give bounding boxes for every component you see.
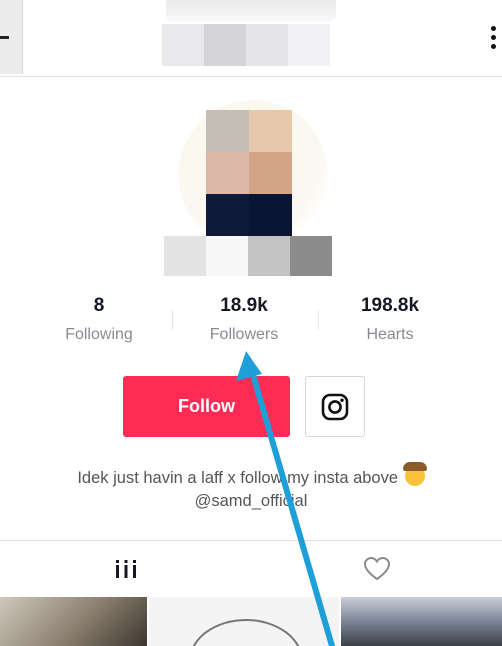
hearts-stat[interactable]: 198.8k Hearts — [320, 292, 460, 344]
stat-divider — [318, 310, 319, 330]
instagram-icon — [321, 393, 349, 420]
bio-handle: @samd_official — [194, 492, 308, 510]
stat-divider — [172, 310, 173, 330]
heart-icon — [363, 556, 390, 581]
profile-tabs — [0, 540, 502, 597]
top-bar — [0, 0, 502, 77]
video-thumbnail[interactable] — [340, 597, 502, 646]
profile-stats: 8 Following 18.9k Followers 198.8k Heart… — [0, 292, 502, 352]
cowboy-emoji-icon — [402, 462, 427, 486]
tab-videos[interactable] — [0, 541, 251, 597]
more-vertical-icon — [490, 26, 496, 31]
video-thumbnail[interactable] — [149, 597, 339, 646]
hearts-count: 198.8k — [360, 295, 420, 316]
back-button[interactable] — [0, 0, 23, 74]
followers-count: 18.9k — [220, 295, 268, 316]
following-count: 8 — [93, 295, 105, 316]
more-options-button[interactable] — [488, 26, 498, 54]
hearts-label: Hearts — [366, 326, 414, 343]
title-fade — [166, 0, 336, 22]
username-title-pixelated — [162, 24, 330, 66]
video-thumbnail[interactable] — [0, 597, 148, 646]
followers-stat[interactable]: 18.9k Followers — [174, 292, 314, 344]
instagram-button[interactable] — [305, 376, 365, 437]
bio-text-line: Idek just havin a laff x follow my insta… — [20, 462, 482, 490]
following-label: Following — [65, 326, 133, 343]
tab-liked[interactable] — [251, 541, 502, 597]
avatar-pixelated — [206, 110, 292, 236]
following-stat[interactable]: 8 Following — [29, 292, 169, 344]
bio-text: Idek just havin a laff x follow my insta… — [77, 469, 399, 487]
video-grid — [0, 597, 502, 646]
display-name-pixelated — [164, 236, 332, 276]
back-icon — [0, 36, 9, 39]
grid-icon — [115, 560, 136, 578]
bio: Idek just havin a laff x follow my insta… — [20, 462, 482, 513]
follow-button[interactable]: Follow — [123, 376, 290, 437]
followers-label: Followers — [209, 326, 279, 343]
